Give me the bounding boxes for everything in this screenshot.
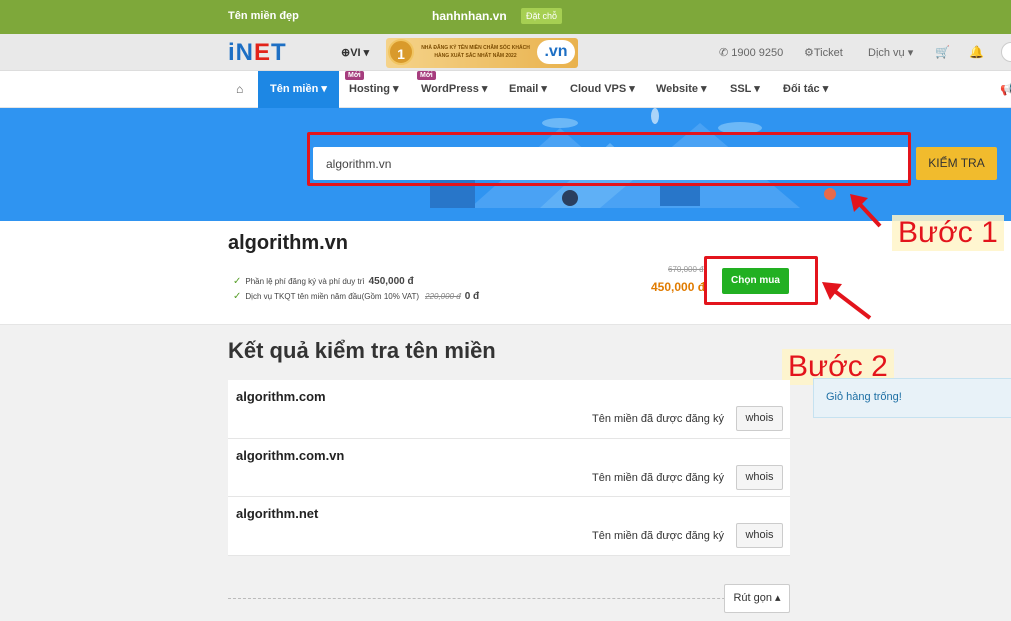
table-row: algorithm.com.vn Tên miền đã được đăng k… xyxy=(228,439,790,497)
new-badge-hosting: Mới xyxy=(345,71,364,80)
vn-logo: .vn xyxy=(537,40,575,64)
current-price: 450,000 đ xyxy=(651,280,706,294)
cart-icon[interactable]: 🛒 xyxy=(935,45,950,59)
home-icon[interactable]: ⌂ xyxy=(236,82,243,96)
result-status: Tên miền đã được đăng ký xyxy=(592,413,724,425)
promo-left-link[interactable]: Tên miền đẹp xyxy=(228,10,299,22)
cart-empty-text: Giỏ hàng trống! xyxy=(826,391,902,403)
tab-domains[interactable]: Tên miền ▾ xyxy=(258,71,339,108)
result-status: Tên miền đã được đăng ký xyxy=(592,471,724,484)
promo-reserve-badge[interactable]: Đặt chỗ xyxy=(521,8,563,24)
award-banner: 1 NHÀ ĐĂNG KÝ TÊN MIỀN CHĂM SÓC KHÁCH HÀ… xyxy=(386,38,578,68)
divider xyxy=(228,598,790,599)
domain-results-list: algorithm.com Tên miền đã được đăng ký w… xyxy=(228,380,790,556)
caret-up-icon: ▴ xyxy=(775,592,781,604)
arrow-icon-step2 xyxy=(822,282,872,320)
result-domain-name: algorithm.com.vn xyxy=(236,447,345,463)
inet-logo[interactable]: iNET xyxy=(228,39,287,67)
globe-icon: ⊕ xyxy=(341,47,351,59)
whois-button[interactable]: whois xyxy=(736,523,783,548)
megaphone-icon[interactable]: 📢 xyxy=(1000,82,1011,96)
check-icon: ✓ xyxy=(233,291,242,302)
feature-registration: ✓ Phần lệ phí đăng ký và phí duy trì 450,0… xyxy=(233,276,414,287)
medal-icon: 1 xyxy=(388,39,414,65)
whois-button[interactable]: whois xyxy=(736,464,783,490)
result-status: Tên miền đã được đăng ký xyxy=(592,530,724,542)
result-domain-name: algorithm.net xyxy=(236,506,319,521)
phone-link[interactable]: ✆ 1900 9250 xyxy=(719,46,783,59)
arrow-icon-step1 xyxy=(850,194,882,228)
annotation-step1: Bước 1 xyxy=(892,215,1004,251)
language-selector[interactable]: ⊕VI ▾ xyxy=(341,46,369,59)
table-row: algorithm.com Tên miền đã được đăng ký w… xyxy=(228,380,790,439)
promo-domain[interactable]: hanhnhan.vn xyxy=(432,9,507,23)
check-button[interactable]: KIỂM TRA xyxy=(916,147,997,180)
table-row: algorithm.net Tên miền đã được đăng ký w… xyxy=(228,497,790,556)
result-domain: algorithm.vn xyxy=(228,232,349,254)
main-nav: ⌂ Tên miền ▾ Hosting ▾ Mới WordPress ▾ M… xyxy=(0,71,1011,108)
tab-email[interactable]: Email ▾ xyxy=(509,71,547,108)
annotation-box-buy xyxy=(704,256,818,305)
tab-ssl[interactable]: SSL ▾ xyxy=(730,71,760,108)
promo-bar: Tên miền đẹp hanhnhan.vn Đặt chỗ xyxy=(0,0,1011,34)
annotation-box-search xyxy=(307,132,911,186)
feature-privacy: ✓ Dịch vụ TKQT tên miền năm đầu(Gồm 10% V… xyxy=(233,291,480,302)
tab-partners[interactable]: Đối tác ▾ xyxy=(783,71,828,108)
new-badge-wordpress: Mới xyxy=(417,71,436,80)
gear-icon: ⚙ xyxy=(804,47,814,59)
whois-button[interactable]: whois xyxy=(736,406,783,431)
check-icon: ✓ xyxy=(233,276,242,287)
phone-icon: ✆ xyxy=(719,47,729,59)
services-dropdown[interactable]: Dịch vụ ▾ xyxy=(868,46,913,59)
avatar[interactable] xyxy=(1001,42,1011,62)
collapse-button[interactable]: Rút gọn ▴ xyxy=(724,584,790,613)
award-text: NHÀ ĐĂNG KÝ TÊN MIỀN CHĂM SÓC KHÁCH HÀNG… xyxy=(421,45,530,59)
bell-icon[interactable]: 🔔 xyxy=(969,45,984,59)
old-price: 670,000 đ xyxy=(668,265,704,274)
result-domain-name: algorithm.com xyxy=(236,389,326,404)
top-header: iNET ⊕VI ▾ 1 NHÀ ĐĂNG KÝ TÊN MIỀN CHĂM S… xyxy=(0,34,1011,71)
tab-website[interactable]: Website ▾ xyxy=(656,71,707,108)
check-results-title: Kết quả kiểm tra tên miền xyxy=(228,338,496,363)
cart-panel: Giỏ hàng trống! xyxy=(813,378,1011,418)
tab-cloud-vps[interactable]: Cloud VPS ▾ xyxy=(570,71,635,108)
ticket-link[interactable]: ⚙Ticket xyxy=(804,46,843,59)
